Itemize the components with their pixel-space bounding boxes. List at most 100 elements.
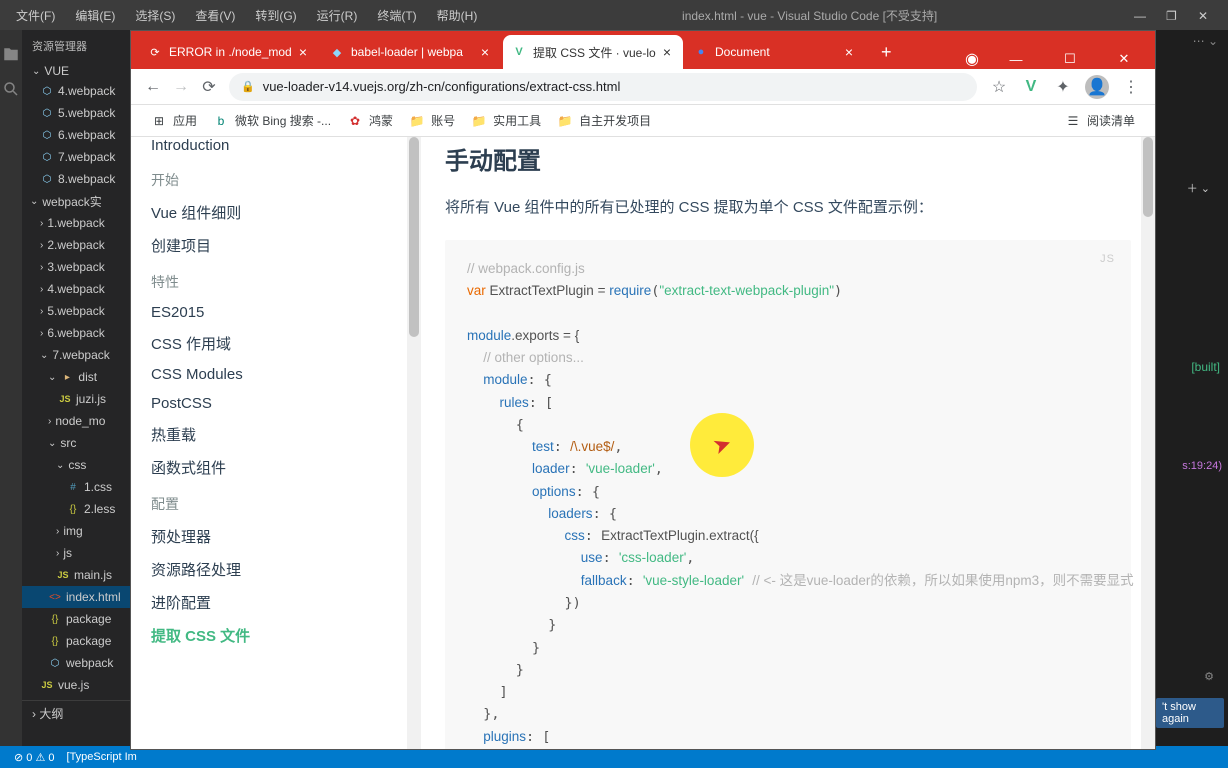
tree-folder[interactable]: 1.webpack bbox=[22, 212, 130, 234]
scrollbar[interactable] bbox=[407, 137, 421, 749]
browser-tab[interactable]: ◆ babel-loader | webpa × bbox=[321, 35, 501, 69]
star-icon[interactable]: ☆ bbox=[989, 77, 1009, 97]
nav-item[interactable]: ES2015 bbox=[131, 298, 421, 327]
bookmark-huawei[interactable]: ✿鸿蒙 bbox=[339, 108, 401, 133]
url-input[interactable]: 🔒 vue-loader-v14.vuejs.org/zh-cn/configu… bbox=[229, 73, 977, 101]
nav-item[interactable]: 创建项目 bbox=[131, 229, 421, 262]
tree-folder[interactable]: node_mo bbox=[22, 410, 130, 432]
tree-folder[interactable]: 5.webpack bbox=[22, 300, 130, 322]
gear-icon[interactable]: ⚙ bbox=[1204, 670, 1214, 683]
menu-select[interactable]: 选择(S) bbox=[127, 3, 183, 28]
tree-item[interactable]: ⬡7.webpack bbox=[22, 146, 130, 168]
browser-tab-active[interactable]: V 提取 CSS 文件 · vue-lo × bbox=[503, 35, 683, 69]
back-button[interactable]: ← bbox=[139, 73, 167, 101]
tree-folder[interactable]: webpack实 bbox=[22, 190, 130, 212]
tab-close-icon[interactable]: × bbox=[295, 44, 311, 60]
tree-folder[interactable]: src bbox=[22, 432, 130, 454]
tree-item[interactable]: ⬡5.webpack bbox=[22, 102, 130, 124]
tree-item[interactable]: ⬡6.webpack bbox=[22, 124, 130, 146]
nav-item[interactable]: PostCSS bbox=[131, 389, 421, 418]
search-icon[interactable] bbox=[2, 80, 20, 98]
sidebar-project[interactable]: VUE bbox=[22, 62, 130, 80]
nav-item[interactable]: CSS Modules bbox=[131, 360, 421, 389]
explorer-icon[interactable] bbox=[2, 46, 20, 64]
tree-item[interactable]: {}package bbox=[22, 608, 130, 630]
sidebar-header: 资源管理器 bbox=[22, 30, 130, 62]
menu-help[interactable]: 帮助(H) bbox=[429, 3, 486, 28]
media-icon[interactable]: ◉ bbox=[965, 49, 979, 69]
page-scrollbar[interactable] bbox=[1141, 137, 1155, 749]
tree-folder[interactable]: 6.webpack bbox=[22, 322, 130, 344]
tree-folder[interactable]: ▸dist bbox=[22, 366, 130, 388]
menu-terminal[interactable]: 终端(T) bbox=[369, 3, 424, 28]
bookmark-folder[interactable]: 📁账号 bbox=[401, 108, 463, 133]
tree-item[interactable]: {}2.less bbox=[22, 498, 130, 520]
panel-controls[interactable]: ⋯ ⌄ bbox=[1193, 34, 1218, 48]
maximize-icon[interactable]: ❐ bbox=[1166, 9, 1178, 21]
tree-item[interactable]: ⬡4.webpack bbox=[22, 80, 130, 102]
menu-run[interactable]: 运行(R) bbox=[309, 3, 366, 28]
panel-plus-icon[interactable]: ＋ ⌄ bbox=[1187, 180, 1210, 196]
maximize-icon[interactable]: ☐ bbox=[1053, 51, 1087, 67]
notification-text[interactable]: 't show again bbox=[1156, 698, 1224, 728]
tree-item[interactable]: {}package bbox=[22, 630, 130, 652]
minimize-icon[interactable]: — bbox=[999, 52, 1033, 67]
scrollbar-thumb[interactable] bbox=[409, 137, 419, 337]
menu-edit[interactable]: 编辑(E) bbox=[67, 3, 123, 28]
bookmark-bing[interactable]: b微软 Bing 搜索 -... bbox=[205, 108, 339, 133]
tree-item-active[interactable]: <>index.html bbox=[22, 586, 130, 608]
tree-folder[interactable]: 2.webpack bbox=[22, 234, 130, 256]
nav-intro[interactable]: Introduction bbox=[131, 137, 421, 160]
profile-icon[interactable]: 👤 bbox=[1085, 75, 1109, 99]
tree-folder[interactable]: js bbox=[22, 542, 130, 564]
tab-close-icon[interactable]: × bbox=[841, 44, 857, 60]
tree-folder[interactable]: 3.webpack bbox=[22, 256, 130, 278]
code-block: JS // webpack.config.js var ExtractTextP… bbox=[445, 240, 1131, 749]
menu-view[interactable]: 查看(V) bbox=[187, 3, 243, 28]
tree-item[interactable]: JSmain.js bbox=[22, 564, 130, 586]
menu-goto[interactable]: 转到(G) bbox=[247, 3, 304, 28]
close-icon[interactable]: ✕ bbox=[1107, 51, 1141, 67]
menu-file[interactable]: 文件(F) bbox=[8, 3, 63, 28]
reload-button[interactable]: ⟳ bbox=[195, 73, 223, 101]
tree-item[interactable]: JSjuzi.js bbox=[22, 388, 130, 410]
nav-item[interactable]: 热重载 bbox=[131, 418, 421, 451]
bookmark-folder[interactable]: 📁实用工具 bbox=[463, 108, 549, 133]
new-tab-button[interactable]: + bbox=[867, 36, 906, 69]
status-errors[interactable]: ⊘ 0 ⚠ 0 bbox=[8, 751, 61, 764]
nav-item[interactable]: 函数式组件 bbox=[131, 451, 421, 484]
tree-item[interactable]: ⬡webpack bbox=[22, 652, 130, 674]
status-typescript[interactable]: [TypeScript Im bbox=[61, 751, 143, 763]
browser-tab[interactable]: ⟳ ERROR in ./node_mod × bbox=[139, 35, 319, 69]
nav-item[interactable]: 资源路径处理 bbox=[131, 553, 421, 586]
nav-item[interactable]: 进阶配置 bbox=[131, 586, 421, 619]
tree-folder[interactable]: 7.webpack bbox=[22, 344, 130, 366]
minimize-icon[interactable]: — bbox=[1134, 9, 1146, 21]
tree-item[interactable]: JSvue.js bbox=[22, 674, 130, 696]
bing-icon: b bbox=[213, 113, 229, 129]
outline-section[interactable]: › 大纲 bbox=[22, 700, 130, 726]
tree-item[interactable]: #1.css bbox=[22, 476, 130, 498]
tab-title: babel-loader | webpa bbox=[351, 45, 477, 59]
nav-item[interactable]: CSS 作用域 bbox=[131, 327, 421, 360]
nav-item[interactable]: 预处理器 bbox=[131, 520, 421, 553]
nav-item[interactable]: Vue 组件细则 bbox=[131, 196, 421, 229]
tree-folder[interactable]: css bbox=[22, 454, 130, 476]
reading-list-button[interactable]: ☰阅读清单 bbox=[1057, 108, 1143, 133]
bookmark-folder[interactable]: 📁自主开发项目 bbox=[549, 108, 659, 133]
forward-button[interactable]: → bbox=[167, 73, 195, 101]
bookmark-apps[interactable]: ⊞应用 bbox=[143, 108, 205, 133]
nav-item-active[interactable]: 提取 CSS 文件 bbox=[131, 619, 421, 652]
tree-folder[interactable]: 4.webpack bbox=[22, 278, 130, 300]
tab-close-icon[interactable]: × bbox=[659, 44, 675, 60]
vue-extension-icon[interactable]: V bbox=[1021, 77, 1041, 97]
doc-sidebar[interactable]: Introduction 开始 Vue 组件细则 创建项目 特性 ES2015 … bbox=[131, 137, 421, 749]
scrollbar-thumb[interactable] bbox=[1143, 137, 1153, 217]
close-icon[interactable]: ✕ bbox=[1198, 9, 1210, 21]
tree-folder[interactable]: img bbox=[22, 520, 130, 542]
tab-close-icon[interactable]: × bbox=[477, 44, 493, 60]
browser-tab[interactable]: ● Document × bbox=[685, 35, 865, 69]
menu-icon[interactable]: ⋮ bbox=[1121, 77, 1141, 97]
extensions-icon[interactable]: ✦ bbox=[1053, 77, 1073, 97]
tree-item[interactable]: ⬡8.webpack bbox=[22, 168, 130, 190]
